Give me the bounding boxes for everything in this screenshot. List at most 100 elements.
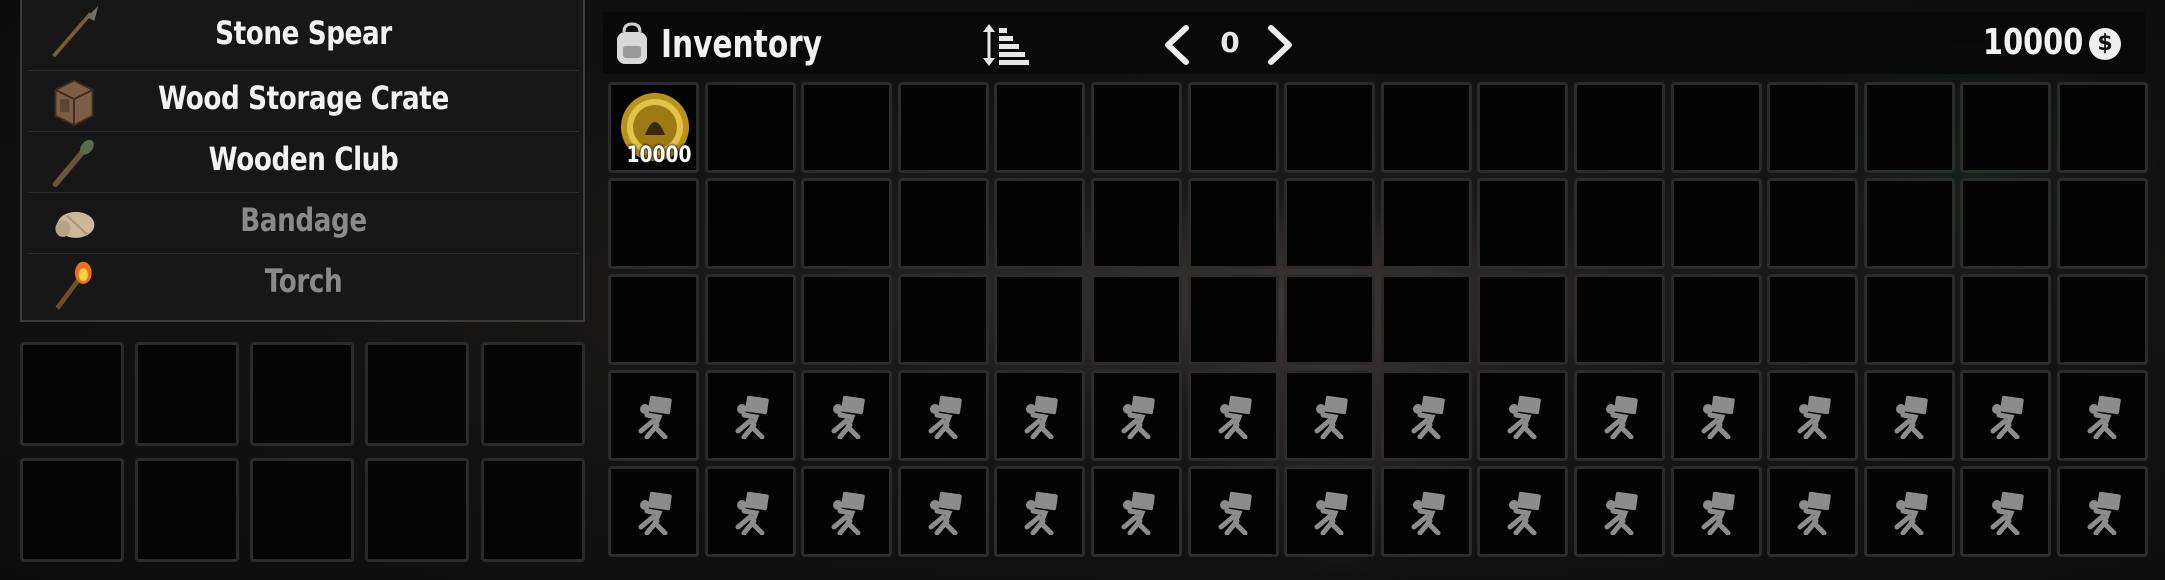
inventory-slot[interactable] (897, 274, 989, 365)
locked-inventory-slot[interactable] (1574, 370, 1665, 461)
inventory-slot[interactable] (1863, 82, 1955, 173)
locked-inventory-slot[interactable] (994, 370, 1086, 461)
locked-slot-icon (735, 395, 769, 439)
locked-inventory-slot[interactable] (801, 370, 893, 461)
inventory-slot[interactable] (1187, 82, 1279, 173)
locked-inventory-slot[interactable] (608, 370, 699, 461)
craft-queue-slot[interactable] (20, 458, 124, 562)
locked-inventory-slot[interactable] (1187, 466, 1279, 557)
locked-inventory-slot[interactable] (1960, 466, 2052, 557)
inventory-slot[interactable] (1380, 82, 1472, 173)
inventory-slot[interactable] (801, 178, 893, 269)
page-number[interactable]: 0 (1202, 19, 1258, 67)
chevron-right-icon[interactable] (1263, 24, 1297, 66)
inventory-slot[interactable] (1767, 274, 1859, 365)
inventory-slot[interactable] (1187, 178, 1279, 269)
inventory-slot[interactable] (1574, 82, 1665, 173)
locked-inventory-slot[interactable] (897, 370, 989, 461)
locked-inventory-slot[interactable] (897, 466, 989, 557)
inventory-slot[interactable] (704, 274, 796, 365)
locked-inventory-slot[interactable] (1477, 370, 1569, 461)
locked-inventory-slot[interactable] (704, 370, 796, 461)
inventory-slot[interactable] (704, 82, 796, 173)
inventory-slot[interactable] (1574, 274, 1665, 365)
craft-queue-slot[interactable] (20, 342, 124, 446)
inventory-slot[interactable] (1863, 178, 1955, 269)
chevron-left-icon[interactable] (1160, 24, 1194, 66)
locked-inventory-slot[interactable] (1574, 466, 1665, 557)
inventory-slot[interactable] (1091, 274, 1182, 365)
locked-inventory-slot[interactable] (994, 466, 1086, 557)
craft-queue-slot[interactable] (365, 458, 469, 562)
inventory-slot[interactable] (1574, 178, 1665, 269)
sort-icon[interactable] (983, 24, 1029, 66)
locked-inventory-slot[interactable] (1863, 370, 1955, 461)
inventory-slot[interactable] (1960, 274, 2052, 365)
craft-queue-slot[interactable] (135, 342, 239, 446)
inventory-slot[interactable] (801, 274, 893, 365)
craft-queue-slot[interactable] (250, 342, 354, 446)
inventory-slot[interactable] (897, 82, 989, 173)
inventory-slot[interactable]: 10000 (608, 82, 699, 173)
inventory-slot[interactable] (608, 178, 699, 269)
locked-inventory-slot[interactable] (1767, 466, 1859, 557)
locked-inventory-slot[interactable] (1187, 370, 1279, 461)
craft-queue-slot[interactable] (481, 342, 585, 446)
recipe-item-torch[interactable]: Torch (28, 254, 579, 314)
inventory-slot[interactable] (1380, 274, 1472, 365)
inventory-slot[interactable] (1477, 274, 1569, 365)
locked-inventory-slot[interactable] (1477, 466, 1569, 557)
inventory-slot[interactable] (2057, 274, 2148, 365)
craft-queue-slot[interactable] (250, 458, 354, 562)
locked-inventory-slot[interactable] (1284, 466, 1376, 557)
inventory-slot[interactable] (704, 178, 796, 269)
inventory-slot[interactable] (1477, 82, 1569, 173)
locked-inventory-slot[interactable] (1670, 370, 1762, 461)
locked-inventory-slot[interactable] (1863, 466, 1955, 557)
locked-inventory-slot[interactable] (1767, 370, 1859, 461)
locked-inventory-slot[interactable] (704, 466, 796, 557)
inventory-slot[interactable] (994, 82, 1086, 173)
inventory-slot[interactable] (1187, 274, 1279, 365)
inventory-slot[interactable] (1380, 178, 1472, 269)
inventory-slot[interactable] (2057, 178, 2148, 269)
recipe-item-bandage[interactable]: Bandage (28, 193, 579, 254)
inventory-slot[interactable] (1284, 274, 1376, 365)
inventory-slot[interactable] (994, 274, 1086, 365)
recipe-item-wood-storage-crate[interactable]: Wood Storage Crate (28, 71, 579, 132)
recipe-item-stone-spear[interactable]: Stone Spear (28, 0, 579, 71)
locked-inventory-slot[interactable] (1380, 466, 1472, 557)
locked-inventory-slot[interactable] (1380, 370, 1472, 461)
locked-inventory-slot[interactable] (608, 466, 699, 557)
inventory-slot[interactable] (801, 82, 893, 173)
inventory-slot[interactable] (1960, 82, 2052, 173)
inventory-slot[interactable] (608, 274, 699, 365)
inventory-slot[interactable] (1767, 82, 1859, 173)
inventory-slot[interactable] (1091, 178, 1182, 269)
locked-inventory-slot[interactable] (1960, 370, 2052, 461)
inventory-slot[interactable] (1960, 178, 2052, 269)
inventory-slot[interactable] (994, 178, 1086, 269)
locked-inventory-slot[interactable] (2057, 466, 2148, 557)
inventory-slot[interactable] (1767, 178, 1859, 269)
inventory-slot[interactable] (2057, 82, 2148, 173)
inventory-slot[interactable] (1670, 274, 1762, 365)
inventory-slot[interactable] (1284, 82, 1376, 173)
inventory-slot[interactable] (1670, 82, 1762, 173)
craft-queue-slot[interactable] (481, 458, 585, 562)
locked-inventory-slot[interactable] (2057, 370, 2148, 461)
inventory-slot[interactable] (1477, 178, 1569, 269)
locked-inventory-slot[interactable] (1091, 370, 1182, 461)
craft-queue-slot[interactable] (365, 342, 469, 446)
locked-inventory-slot[interactable] (1284, 370, 1376, 461)
inventory-slot[interactable] (897, 178, 989, 269)
inventory-slot[interactable] (1863, 274, 1955, 365)
craft-queue-slot[interactable] (135, 458, 239, 562)
inventory-slot[interactable] (1670, 178, 1762, 269)
inventory-slot[interactable] (1091, 82, 1182, 173)
recipe-item-wooden-club[interactable]: Wooden Club (28, 132, 579, 193)
locked-inventory-slot[interactable] (1091, 466, 1182, 557)
inventory-slot[interactable] (1284, 178, 1376, 269)
locked-inventory-slot[interactable] (801, 466, 893, 557)
locked-inventory-slot[interactable] (1670, 466, 1762, 557)
